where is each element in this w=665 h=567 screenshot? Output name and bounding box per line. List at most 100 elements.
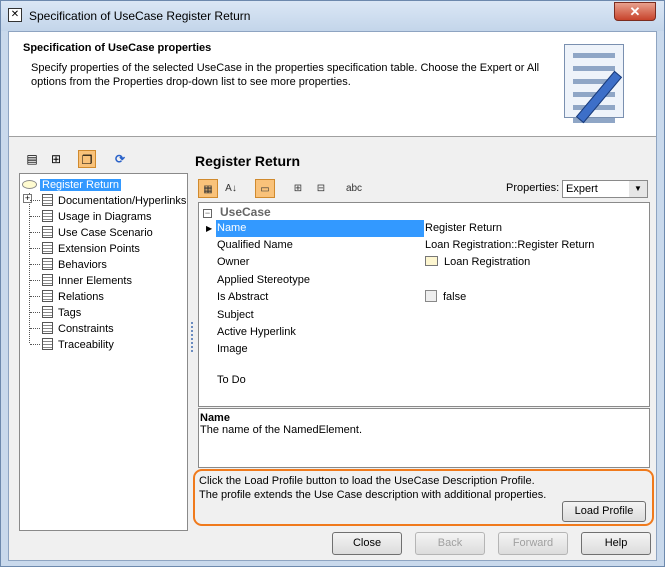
property-name: Is Abstract	[217, 291, 269, 303]
tree-item-label: Use Case Scenario	[58, 227, 153, 239]
tree-root[interactable]: Register Return	[22, 177, 122, 193]
navigation-tree: Register Return + Documentation/Hyperlin…	[19, 173, 188, 531]
property-name: Owner	[217, 256, 250, 268]
page-icon	[42, 210, 53, 222]
tree-line	[30, 312, 40, 313]
tree-item-label: Relations	[58, 291, 104, 303]
tree-view-icon[interactable]: ⊞	[47, 150, 65, 168]
property-name: Qualified Name	[217, 239, 293, 251]
header-panel: Specification of UseCase properties Spec…	[9, 32, 656, 137]
tree-line	[30, 280, 40, 281]
property-value[interactable]: Loan Registration::Register Return	[425, 237, 594, 254]
table-row[interactable]: Subject	[216, 307, 650, 324]
page-icon	[42, 226, 53, 238]
tree-item[interactable]: Relations	[30, 289, 104, 305]
property-name: Subject	[217, 309, 254, 321]
property-value-text: Loan Registration::Register Return	[425, 239, 595, 251]
load-profile-panel: Click the Load Profile button to load th…	[193, 469, 654, 526]
page-icon	[42, 242, 53, 254]
tree-item-label: Inner Elements	[58, 275, 132, 287]
help-button[interactable]: Help	[581, 532, 651, 555]
table-row[interactable]: Applied Stereotype	[216, 272, 650, 289]
expand-all-icon[interactable]: ⊞	[288, 179, 308, 198]
table-row[interactable]: To Do	[216, 372, 650, 389]
page-icon	[42, 194, 53, 206]
description-toggle-icon[interactable]: ▭	[255, 179, 275, 198]
tree-item-label: Behaviors	[58, 259, 107, 271]
description-panel: Name The name of the NamedElement.	[198, 408, 650, 468]
tree-item[interactable]: Tags	[30, 305, 82, 321]
tree-line	[30, 216, 40, 217]
tree-item-label: Extension Points	[58, 243, 140, 255]
title-bar: ✕ Specification of UseCase Register Retu…	[1, 1, 664, 31]
table-row[interactable]: Image	[216, 341, 650, 358]
tree-line	[30, 200, 40, 201]
sort-alpha-icon[interactable]: A↓	[221, 179, 241, 198]
tree-item[interactable]: Usage in Diagrams	[30, 209, 152, 225]
collapse-icon[interactable]: −	[203, 209, 212, 218]
table-view-icon[interactable]: ▤	[23, 150, 41, 168]
tree-line	[30, 232, 40, 233]
close-button[interactable]: Close	[332, 532, 402, 555]
profile-line-2: The profile extends the Use Case descrip…	[199, 489, 547, 501]
tree-item[interactable]: Traceability	[30, 337, 114, 353]
table-row[interactable]: Owner Loan Registration	[216, 254, 650, 271]
window-title: Specification of UseCase Register Return	[29, 9, 251, 23]
forward-button[interactable]: Forward	[498, 532, 568, 555]
spell-check-icon[interactable]: abc	[344, 179, 364, 198]
header-title: Specification of UseCase properties	[23, 42, 212, 54]
page-icon	[42, 274, 53, 286]
tree-line	[30, 328, 40, 329]
profile-line-1: Click the Load Profile button to load th…	[199, 475, 535, 487]
group-label: UseCase	[220, 205, 271, 219]
property-value-text: Register Return	[425, 222, 503, 234]
tree-item[interactable]: Extension Points	[30, 241, 140, 257]
table-row[interactable]: Qualified Name Loan Registration::Registe…	[216, 237, 650, 254]
table-row[interactable]: Active Hyperlink	[216, 324, 650, 341]
property-name: Name	[216, 220, 424, 237]
checkbox[interactable]	[425, 290, 437, 302]
tree-item[interactable]: Inner Elements	[30, 273, 132, 289]
load-profile-button[interactable]: Load Profile	[562, 501, 646, 522]
group-usecase[interactable]: − UseCase	[203, 205, 271, 219]
properties-dropdown[interactable]: Expert ▼	[562, 180, 648, 198]
properties-table: − UseCase ▶ Name Register Return Qualified N…	[198, 202, 650, 407]
collapse-all-icon[interactable]: ⊟	[311, 179, 331, 198]
page-icon	[42, 338, 53, 350]
tree-item[interactable]: Documentation/Hyperlinks	[30, 193, 186, 209]
property-value-text: Loan Registration	[444, 256, 531, 268]
page-icon	[42, 322, 53, 334]
tree-item[interactable]: Constraints	[30, 321, 114, 337]
tree-item-label: Tags	[58, 307, 82, 319]
property-value[interactable]: Register Return	[425, 220, 502, 237]
back-button[interactable]: Back	[415, 532, 485, 555]
property-value[interactable]: false	[425, 289, 466, 306]
refresh-icon[interactable]: ⟳	[111, 150, 129, 168]
expand-icon[interactable]: +	[23, 194, 32, 203]
table-row[interactable]: ▶ Name Register Return	[206, 220, 650, 237]
properties-selected: Expert	[566, 183, 598, 195]
dialog-window: ✕ Specification of UseCase Register Retu…	[0, 0, 665, 567]
tree-root-label: Register Return	[40, 179, 122, 191]
property-value[interactable]: Loan Registration	[425, 254, 530, 271]
close-window-button[interactable]: ✕	[614, 2, 656, 21]
property-name: Applied Stereotype	[217, 274, 310, 286]
page-icon	[42, 290, 53, 302]
tree-line	[30, 344, 40, 345]
header-description: Specify properties of the selected UseCa…	[31, 62, 540, 88]
show-inherited-icon[interactable]: ❐	[78, 150, 96, 168]
page-icon	[42, 258, 53, 270]
dialog-client: Specification of UseCase properties Spec…	[8, 31, 657, 561]
categorized-view-icon[interactable]: ▦	[198, 179, 218, 198]
property-name: Active Hyperlink	[217, 326, 296, 338]
tree-line	[30, 296, 40, 297]
tree-item[interactable]: Use Case Scenario	[30, 225, 153, 241]
usecase-icon	[22, 180, 37, 189]
splitter-handle[interactable]	[191, 322, 193, 352]
tree-item[interactable]: Behaviors	[30, 257, 107, 273]
table-row[interactable]: Is Abstract false	[216, 289, 650, 306]
property-value-text: false	[443, 291, 467, 303]
description-title: Name	[200, 412, 230, 424]
chevron-down-icon: ▼	[629, 181, 647, 197]
tree-item-label: Usage in Diagrams	[58, 211, 152, 223]
